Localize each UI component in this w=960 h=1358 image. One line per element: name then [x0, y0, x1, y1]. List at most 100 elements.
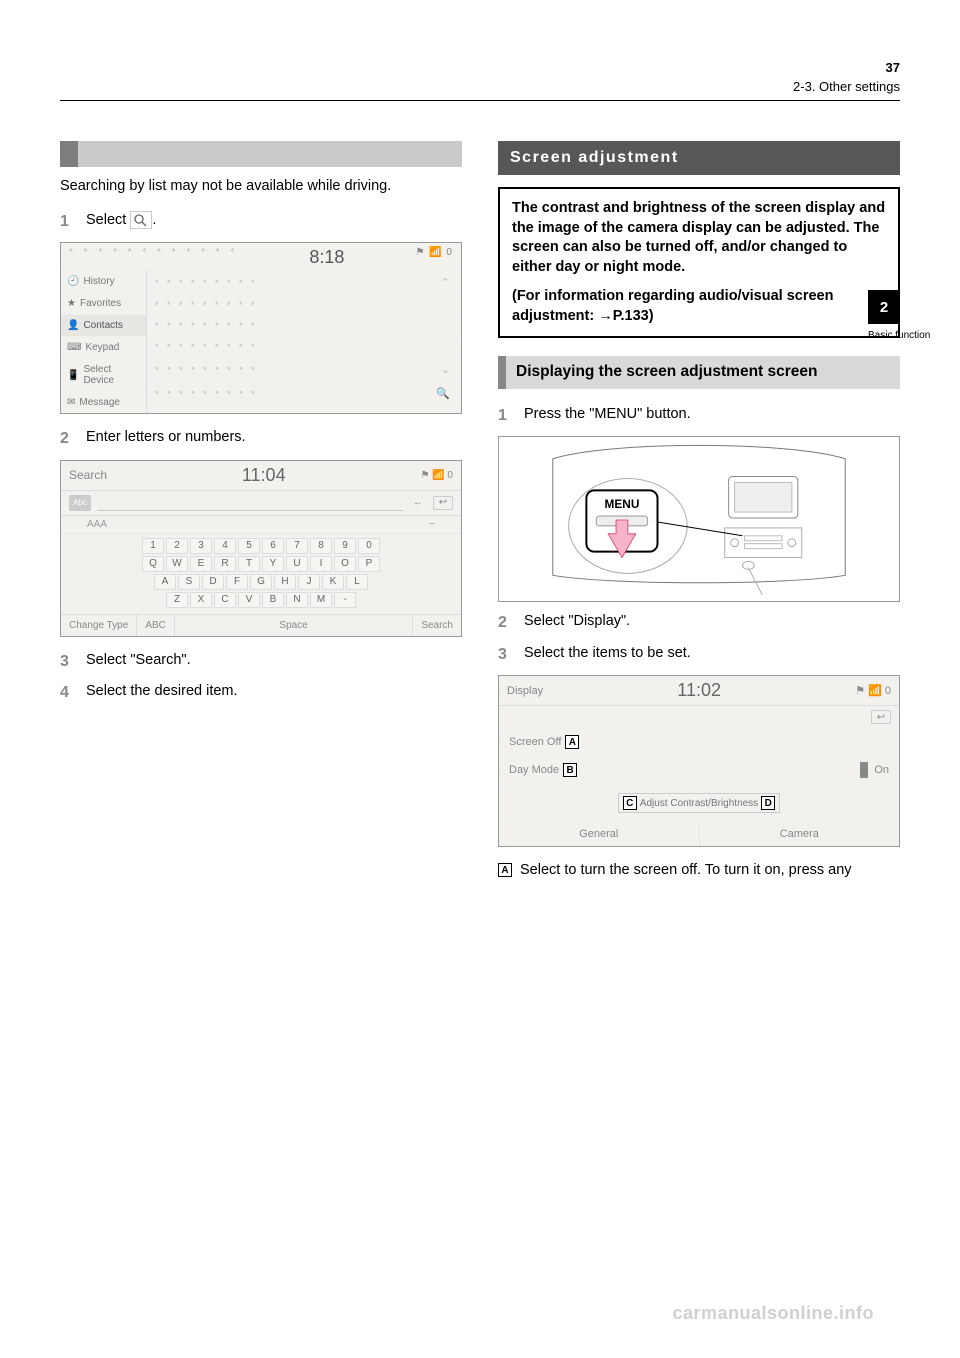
search-icon[interactable]: 🔍 [436, 387, 453, 400]
key-y[interactable]: Y [262, 556, 284, 572]
section-title: Screen adjustment [498, 141, 900, 175]
list-item[interactable]: * * * * * * * * *⌄ [147, 357, 461, 381]
page-subheader: 2-3. Other settings [60, 79, 900, 94]
key-f[interactable]: F [226, 574, 248, 590]
suggestion-row[interactable]: AAA ~ [61, 516, 461, 534]
key-l[interactable]: L [346, 574, 368, 590]
arrow-right-icon: → [598, 307, 613, 327]
key-r[interactable]: R [214, 556, 236, 572]
step-3-text: Select "Search". [86, 651, 462, 673]
device-icon: 📱 [67, 370, 79, 381]
key-a[interactable]: A [154, 574, 176, 590]
key-3[interactable]: 3 [190, 538, 212, 554]
r-step-2: 2 Select "Display". [498, 612, 900, 634]
key-x[interactable]: X [190, 592, 212, 608]
list-item[interactable]: * * * * * * * * * [147, 336, 461, 357]
keyboard: 1234567890 QWERTYUIOP ASDFGHJKL ZXCVBNM- [61, 534, 461, 614]
sidebar-item-select-device[interactable]: 📱Select Device [61, 358, 146, 391]
key-s[interactable]: S [178, 574, 200, 590]
sidebar-item-favorites[interactable]: ★Favorites [61, 292, 146, 314]
arrow-left-icon[interactable]: ← [409, 497, 427, 508]
step-4-text: Select the desired item. [86, 682, 462, 704]
key-w[interactable]: W [166, 556, 188, 572]
chevron-down-icon[interactable]: ⌄ [441, 363, 453, 376]
tab-general[interactable]: General [499, 822, 700, 846]
key-v[interactable]: V [238, 592, 260, 608]
sidebar-item-keypad[interactable]: ⌨Keypad [61, 336, 146, 358]
abc-button[interactable]: ABC [137, 615, 175, 636]
contacts-sidebar: 🕘History ★Favorites 👤Contacts ⌨Keypad 📱S… [61, 270, 147, 413]
contacts-list: * * * * * * * * *⌃ * * * * * * * * * * *… [147, 270, 461, 413]
intro-box: The contrast and brightness of the scree… [498, 187, 900, 338]
key-d[interactable]: D [202, 574, 224, 590]
key-z[interactable]: Z [166, 592, 188, 608]
sidebar-item-history[interactable]: 🕘History [61, 270, 146, 292]
chapter-tab: 2 Basic function [868, 290, 902, 341]
key-0[interactable]: 0 [358, 538, 380, 554]
key-n[interactable]: N [286, 592, 308, 608]
key-i[interactable]: I [310, 556, 332, 572]
sidebar-item-message[interactable]: ✉Message [61, 391, 146, 413]
key--[interactable]: - [334, 592, 356, 608]
key-g[interactable]: G [250, 574, 272, 590]
sidebar-item-contacts[interactable]: 👤Contacts [61, 314, 146, 336]
search-input[interactable] [97, 495, 403, 511]
key-6[interactable]: 6 [262, 538, 284, 554]
list-item[interactable]: * * * * * * * * *⌃ [147, 270, 461, 294]
step-2-text: Enter letters or numbers. [86, 428, 462, 450]
key-u[interactable]: U [286, 556, 308, 572]
step-1-number: 1 [60, 211, 76, 233]
key-q[interactable]: Q [142, 556, 164, 572]
search-status-icons: ⚑ 📶 0 [420, 470, 453, 481]
list-item[interactable]: * * * * * * * * *🔍 [147, 381, 461, 405]
r-step-1-number: 1 [498, 405, 514, 427]
key-b[interactable]: B [262, 592, 284, 608]
search-button[interactable]: Search [413, 615, 461, 636]
step-2-number: 2 [60, 428, 76, 450]
key-4[interactable]: 4 [214, 538, 236, 554]
intro-paragraph-2: (For information regarding audio/visual … [512, 287, 886, 326]
key-k[interactable]: K [322, 574, 344, 590]
right-column: Screen adjustment The contrast and brigh… [498, 141, 900, 881]
key-p[interactable]: P [358, 556, 380, 572]
change-type-button[interactable]: Change Type [61, 615, 137, 636]
screen-off-row[interactable]: Screen Off A [499, 729, 899, 756]
footer-url: carmanualsonline.info [672, 1303, 874, 1324]
space-button[interactable]: Space [175, 615, 413, 636]
history-icon: 🕘 [67, 276, 79, 287]
day-mode-toggle[interactable]: On [860, 762, 889, 778]
list-item[interactable]: * * * * * * * * * [147, 294, 461, 315]
input-mode-tab[interactable]: Abc [69, 495, 91, 511]
callout-a-text: Select to turn the screen off. To turn i… [520, 861, 852, 881]
key-1[interactable]: 1 [142, 538, 164, 554]
key-m[interactable]: M [310, 592, 332, 608]
key-t[interactable]: T [238, 556, 260, 572]
step-3-number: 3 [60, 651, 76, 673]
key-c[interactable]: C [214, 592, 236, 608]
back-button[interactable]: ↩ [871, 710, 891, 724]
callout-d: D [761, 796, 775, 810]
key-5[interactable]: 5 [238, 538, 260, 554]
adjust-button-left[interactable]: C Adjust Contrast/Brightness D [618, 793, 780, 813]
dashboard-illustration: MENU [498, 436, 900, 602]
key-8[interactable]: 8 [310, 538, 332, 554]
tab-camera[interactable]: Camera [700, 822, 900, 846]
day-mode-row[interactable]: Day Mode B On [499, 756, 899, 785]
back-icon[interactable]: ↩ [433, 496, 453, 510]
person-icon: 👤 [67, 320, 79, 331]
key-e[interactable]: E [190, 556, 212, 572]
key-j[interactable]: J [298, 574, 320, 590]
chevron-up-icon[interactable]: ⌃ [441, 276, 453, 289]
step-3: 3 Select "Search". [60, 651, 462, 673]
left-intro: Searching by list may not be available w… [60, 177, 462, 197]
key-7[interactable]: 7 [286, 538, 308, 554]
key-9[interactable]: 9 [334, 538, 356, 554]
key-o[interactable]: O [334, 556, 356, 572]
key-h[interactable]: H [274, 574, 296, 590]
r-step-2-text: Select "Display". [524, 612, 900, 634]
list-item[interactable]: * * * * * * * * * [147, 315, 461, 336]
envelope-icon: ✉ [67, 397, 75, 408]
header-rule [60, 100, 900, 101]
callout-c: C [623, 796, 637, 810]
key-2[interactable]: 2 [166, 538, 188, 554]
